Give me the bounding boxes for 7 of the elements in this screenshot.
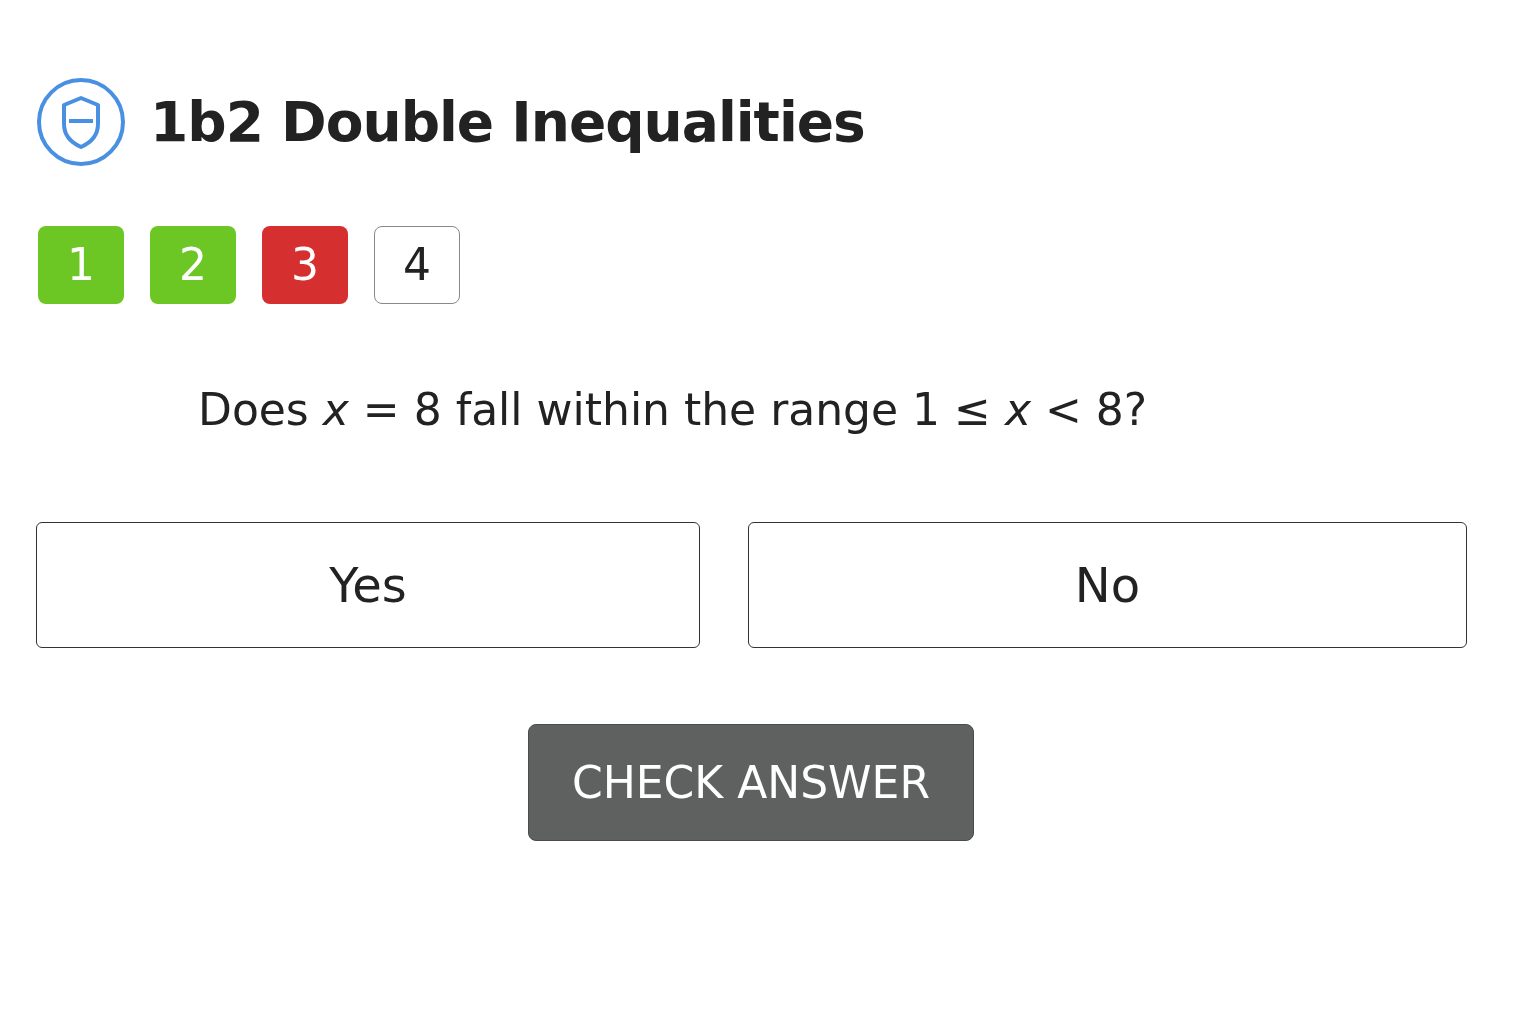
question-number-tab[interactable]: 3 — [262, 226, 348, 304]
answer-option-button[interactable]: Yes — [36, 522, 700, 648]
shield-icon — [36, 76, 126, 168]
question-text: Does x = 8 fall within the range 1 ≤ x < 8? — [198, 388, 1149, 432]
check-answer-button[interactable]: CHECK ANSWER — [528, 724, 974, 841]
question-number-tab[interactable]: 4 — [374, 226, 460, 304]
answer-option-button[interactable]: No — [748, 522, 1467, 648]
